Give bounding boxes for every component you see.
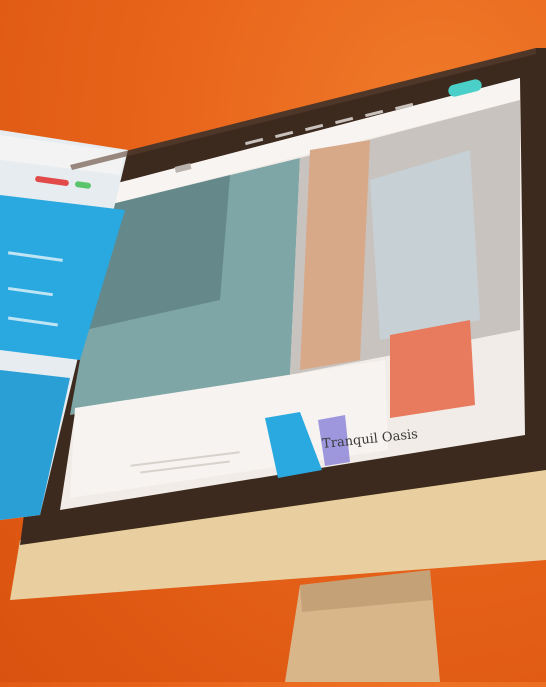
hero-figure [300,140,370,370]
hero-fabric [370,150,480,340]
scene-svg [0,48,546,682]
hero-accent-coral [390,320,475,418]
product-photo-scene: Tranquil Oasis [0,0,546,682]
